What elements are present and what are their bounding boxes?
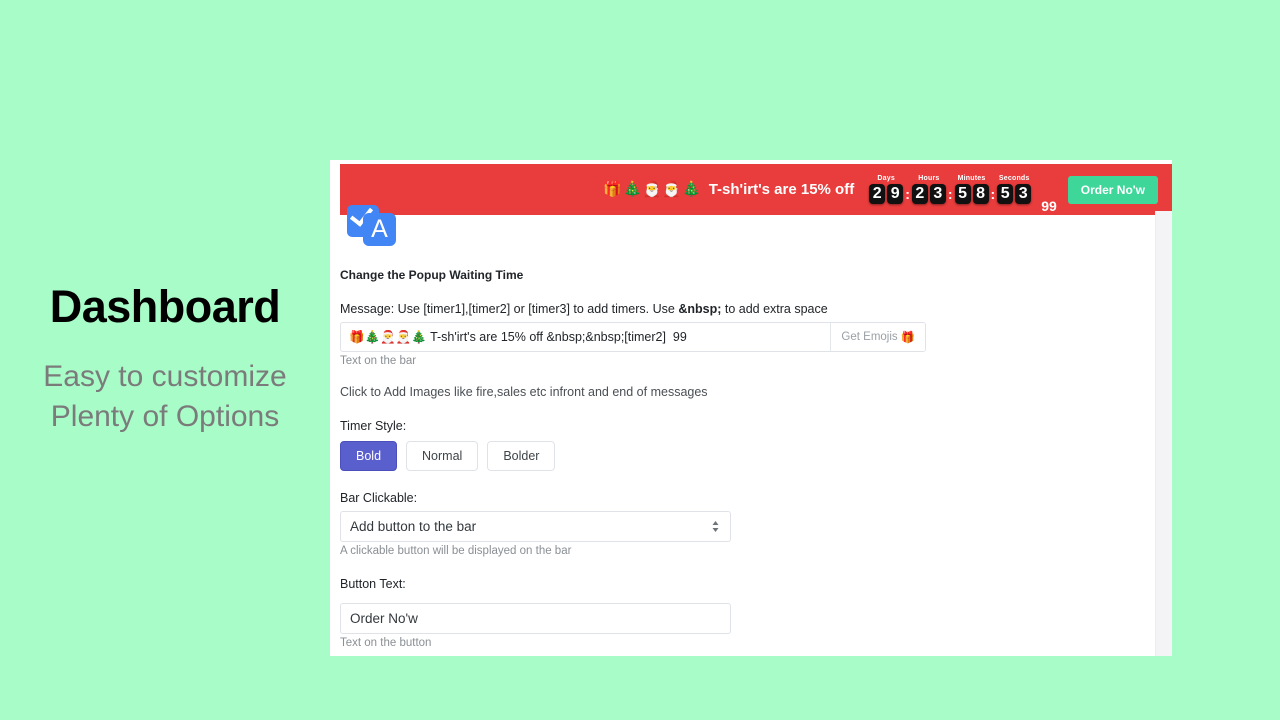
vertical-scrollbar[interactable] — [1155, 211, 1172, 656]
google-translate-icon[interactable]: A — [347, 202, 396, 251]
timer-digit: 8 — [972, 184, 989, 204]
bar-clickable-help-text: A clickable button will be displayed on … — [340, 545, 572, 557]
timer-digit: 5 — [997, 184, 1014, 204]
bar-emoji-group: 🎁🎄🎅🎅🎄 — [603, 181, 702, 198]
timer-style-normal-button[interactable]: Normal — [406, 441, 479, 471]
timer-digits-seconds: 5 3 — [996, 184, 1032, 204]
bar-extra-number: 99 — [1041, 198, 1057, 214]
timer-separator: : — [947, 186, 953, 202]
announcement-bar: 🎁🎄🎅🎅🎄 T-sh'irt's are 15% off Days 2 9 : … — [340, 164, 1172, 215]
page-title: Dashboard — [49, 280, 281, 332]
timer-digits-minutes: 5 8 — [954, 184, 990, 204]
message-field-label: Message: Use [timer1],[timer2] or [timer… — [340, 302, 1155, 316]
button-text-input[interactable] — [340, 603, 731, 634]
settings-form: Change the Popup Waiting Time Message: U… — [330, 256, 1155, 649]
message-label-post: to add extra space — [721, 302, 828, 316]
timer-label-seconds: Seconds — [998, 175, 1030, 182]
timer-label-days: Days — [877, 175, 895, 182]
message-label-bold: &nbsp; — [678, 302, 722, 316]
button-text-label: Button Text: — [340, 577, 406, 591]
promo-subtitle-line-1: Easy to customize — [43, 359, 287, 393]
timer-digit: 5 — [954, 184, 971, 204]
bar-clickable-select[interactable]: Add button to the bar — [340, 511, 731, 542]
clipped-text: ......... ... .. ....... ... ... ... — [340, 160, 1160, 162]
bar-message-text: T-sh'irt's are 15% off — [708, 181, 855, 198]
timer-unit-seconds: Seconds 5 3 — [996, 175, 1032, 204]
timer-label-hours: Hours — [918, 175, 940, 182]
timer-digit: 2 — [869, 184, 886, 204]
timer-unit-minutes: Minutes 5 8 — [954, 175, 990, 204]
message-input[interactable] — [341, 323, 831, 351]
timer-digits-days: 2 9 — [868, 184, 904, 204]
timer-separator: : — [905, 186, 910, 202]
timer-digit: 9 — [887, 184, 904, 204]
app-window: ......... ... .. ....... ... ... ... 🎁🎄🎅… — [330, 160, 1172, 656]
timer-digit: 2 — [911, 184, 928, 204]
get-emojis-label: Get Emojis — [841, 331, 898, 343]
timer-style-button-group: Bold Normal Bolder — [340, 441, 1155, 471]
order-now-button[interactable]: Order No'w — [1067, 175, 1158, 204]
promo-subtitle-line-2: Plenty of Options — [50, 399, 280, 433]
get-emojis-button[interactable]: Get Emojis 🎁 — [830, 323, 925, 351]
promo-panel: Dashboard Easy to customize Plenty of Op… — [0, 0, 330, 720]
timer-style-bold-button[interactable]: Bold — [340, 441, 398, 471]
add-images-note[interactable]: Click to Add Images like fire,sales etc … — [340, 385, 1155, 399]
timer-digit: 3 — [1015, 184, 1032, 204]
translate-letter-icon: A — [363, 213, 396, 246]
timer-digits-hours: 2 3 — [911, 184, 947, 204]
message-label-pre: Message: Use [timer1],[timer2] or [timer… — [340, 302, 679, 316]
bar-clickable-label: Bar Clickable: — [340, 491, 418, 505]
timer-separator: : — [990, 186, 996, 202]
section-title-popup-waiting-time: Change the Popup Waiting Time — [340, 268, 524, 282]
timer-style-label: Timer Style: — [340, 419, 407, 433]
window-left-gutter — [330, 160, 340, 215]
countdown-timer: Days 2 9 : Hours 2 3 : Minutes 5 8: Sec… — [868, 175, 1032, 204]
timer-unit-days: Days 2 9 — [868, 175, 904, 204]
bar-clickable-select-wrap: Add button to the bar — [340, 511, 731, 542]
button-text-help: Text on the button — [340, 637, 432, 649]
message-input-group: Get Emojis 🎁 — [340, 322, 926, 352]
gift-icon: 🎁 — [900, 332, 915, 344]
timer-digit: 3 — [929, 184, 946, 204]
message-help-text: Text on the bar — [340, 355, 417, 367]
timer-style-bolder-button[interactable]: Bolder — [487, 441, 556, 471]
timer-unit-hours: Hours 2 3 — [911, 175, 947, 204]
timer-label-minutes: Minutes — [957, 175, 986, 182]
